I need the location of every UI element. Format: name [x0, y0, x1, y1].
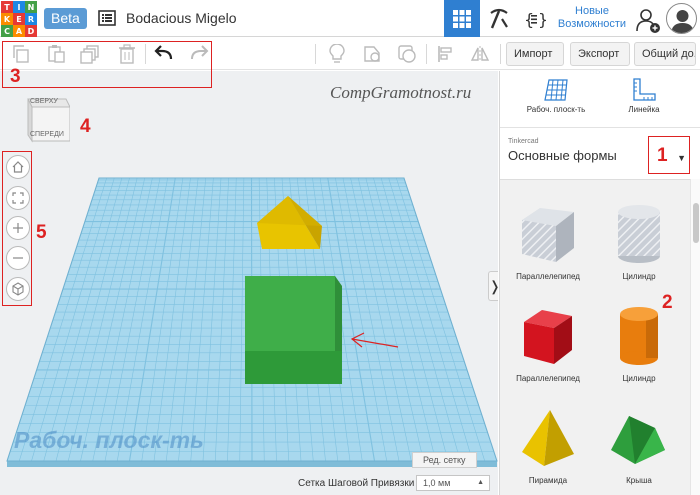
- logo-letter: A: [13, 25, 25, 37]
- shapes-panel: Рабоч. плоск-ть Линейка Tinkercad Основн…: [499, 71, 700, 495]
- workplane-tool-label: Рабоч. плоск-ть: [526, 105, 586, 114]
- shape-group-icon[interactable]: [362, 44, 382, 64]
- workplane-tool[interactable]: Рабоч. плоск-ть: [516, 77, 596, 114]
- light-bulb-icon[interactable]: [327, 44, 347, 64]
- orange-cylinder-icon: [620, 307, 658, 365]
- snap-grid-select[interactable]: 1,0 мм ▲: [416, 475, 490, 491]
- add-user-icon[interactable]: [634, 6, 662, 34]
- snap-grid-value: 1,0 мм: [423, 478, 451, 488]
- shape-box-hole[interactable]: Параллелепипед: [508, 202, 588, 281]
- ruler-icon: [633, 78, 656, 101]
- workplane-label: Рабоч. плоск-ть: [14, 427, 204, 453]
- annotation-box-5: [2, 151, 32, 306]
- panel-collapse-toggle[interactable]: ❭: [488, 271, 498, 301]
- annotation-number-1: 1: [657, 145, 668, 166]
- logo-letter: I: [13, 1, 25, 13]
- ruler-tool-label: Линейка: [628, 105, 660, 114]
- box-hole-icon: [522, 208, 574, 262]
- viewcube-top-label[interactable]: СВЕРХУ: [30, 98, 58, 105]
- workplane-icon: [544, 79, 568, 101]
- pickaxe-icon: [490, 8, 508, 28]
- toolbar-divider: [500, 44, 501, 64]
- design-list-icon[interactable]: [98, 10, 116, 26]
- shape-label: Цилиндр: [622, 272, 656, 281]
- annotation-box-1: [648, 136, 690, 174]
- snap-grid-label: Сетка Шаговой Привязки: [298, 478, 415, 489]
- red-box-icon: [524, 310, 572, 364]
- logo-letter: C: [1, 25, 13, 37]
- panel-divider: [500, 127, 700, 128]
- chevron-right-icon: ❭: [489, 278, 498, 294]
- annotation-number-4: 4: [80, 116, 91, 137]
- edit-grid-button[interactable]: Ред. сетку: [412, 452, 477, 468]
- logo-letter: T: [1, 1, 13, 13]
- shapes-grid: Параллелепипед Цилиндр Параллелепипед Ци…: [500, 179, 690, 495]
- logo-letter: K: [1, 13, 13, 25]
- shape-cylinder-hole[interactable]: Цилиндр: [599, 202, 679, 281]
- ruler-tool[interactable]: Линейка: [604, 77, 684, 114]
- whats-new-link[interactable]: Новые Возможности: [556, 5, 628, 31]
- panel-scrollbar[interactable]: [690, 179, 700, 495]
- logo-letter: D: [25, 25, 37, 37]
- mirror-icon[interactable]: [470, 44, 490, 64]
- roof-icon: [611, 416, 665, 464]
- hole-shape-icon[interactable]: [397, 44, 417, 64]
- shape-label: Цилиндр: [622, 374, 656, 383]
- shape-roof[interactable]: Крыша: [599, 406, 679, 485]
- shape-box[interactable]: Параллелепипед: [508, 304, 588, 383]
- import-button[interactable]: Импорт: [506, 42, 564, 66]
- svg-text:}: }: [538, 10, 546, 29]
- viewcube-front-label[interactable]: СПЕРЕДИ: [30, 131, 64, 138]
- annotation-number-5: 5: [36, 222, 47, 243]
- shape-label: Параллелепипед: [516, 272, 580, 281]
- box-object[interactable]: [245, 276, 342, 384]
- annotation-box-3: [2, 41, 212, 88]
- shape-label: Параллелепипед: [516, 374, 580, 383]
- profile-icon: [671, 10, 694, 33]
- share-button[interactable]: Общий до...: [634, 42, 696, 66]
- shape-label: Крыша: [626, 476, 652, 485]
- toolbar-divider: [315, 44, 316, 64]
- shape-label: Пирамида: [528, 476, 568, 485]
- toolbar-divider: [426, 44, 427, 64]
- align-icon[interactable]: [436, 44, 456, 64]
- 3d-viewport[interactable]: CompGramotnost.ru СВЕРХУ СПЕРЕДИ Рабоч. …: [0, 71, 498, 495]
- logo-letter: R: [25, 13, 37, 25]
- annotation-number-2: 2: [662, 292, 673, 313]
- cylinder-hole-icon: [618, 205, 660, 263]
- shape-cylinder[interactable]: Цилиндр: [599, 304, 679, 383]
- watermark-text: CompGramotnost.ru: [330, 83, 472, 102]
- 3d-view-button[interactable]: [444, 0, 480, 37]
- top-bar: T I N K E R C A D Beta Bodacious Migelo …: [0, 0, 700, 37]
- grid-icon: [453, 9, 471, 28]
- export-button[interactable]: Экспорт: [570, 42, 630, 66]
- codeblocks-button[interactable]: { }: [519, 0, 549, 37]
- pyramid-icon: [522, 410, 574, 466]
- logo-letter: E: [13, 13, 25, 25]
- annotation-number-3: 3: [10, 66, 21, 87]
- code-braces-icon: { }: [524, 10, 546, 29]
- logo-letter: N: [25, 1, 37, 13]
- blocks-button[interactable]: [484, 0, 514, 37]
- user-avatar[interactable]: [666, 3, 697, 34]
- tinkercad-logo[interactable]: T I N K E R C A D: [1, 1, 37, 37]
- caret-icon: ▲: [477, 479, 484, 486]
- beta-badge: Beta: [44, 8, 87, 29]
- scrollbar-thumb[interactable]: [693, 203, 699, 243]
- design-title[interactable]: Bodacious Migelo: [126, 10, 237, 26]
- shape-pyramid[interactable]: Пирамида: [508, 406, 588, 485]
